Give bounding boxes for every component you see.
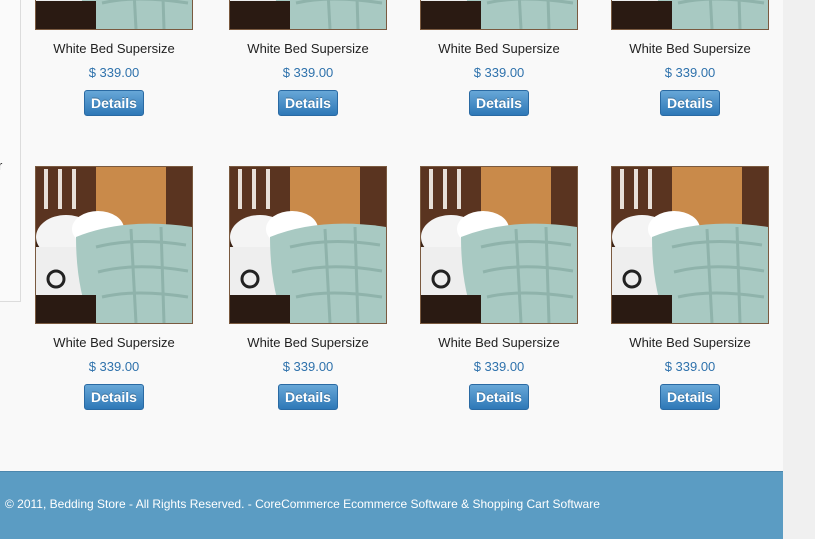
details-button[interactable]: Details [469,90,529,116]
product-card: White Bed Supersize $ 339.00 Details [419,166,579,410]
product-card: White Bed Supersize $ 339.00 Details [419,0,579,116]
details-button[interactable]: Details [660,90,720,116]
product-price: $ 339.00 [88,359,140,374]
site-footer: © 2011, Bedding Store - All Rights Reser… [0,471,783,539]
product-name[interactable]: White Bed Supersize [34,335,194,351]
product-name[interactable]: White Bed Supersize [34,41,194,57]
sidebar-text-fragment: r [0,158,3,173]
product-price: $ 339.00 [664,359,716,374]
details-button[interactable]: Details [660,384,720,410]
product-image[interactable] [420,166,578,324]
details-button[interactable]: Details [84,90,144,116]
product-name[interactable]: White Bed Supersize [610,41,770,57]
product-image[interactable] [420,0,578,30]
product-image[interactable] [611,0,769,30]
product-price: $ 339.00 [664,65,716,80]
product-card: White Bed Supersize $ 339.00 Details [228,0,388,116]
details-button[interactable]: Details [278,90,338,116]
product-image[interactable] [35,0,193,30]
product-image[interactable] [229,0,387,30]
page-scroll-gutter [783,0,815,539]
details-button[interactable]: Details [278,384,338,410]
product-price: $ 339.00 [473,359,525,374]
details-button[interactable]: Details [84,384,144,410]
product-image[interactable] [35,166,193,324]
product-card: White Bed Supersize $ 339.00 Details [34,0,194,116]
product-name[interactable]: White Bed Supersize [610,335,770,351]
product-name[interactable]: White Bed Supersize [419,335,579,351]
product-price: $ 339.00 [473,65,525,80]
product-price: $ 339.00 [282,65,334,80]
product-name[interactable]: White Bed Supersize [228,41,388,57]
product-name[interactable]: White Bed Supersize [419,41,579,57]
product-price: $ 339.00 [88,65,140,80]
product-price: $ 339.00 [282,359,334,374]
product-image[interactable] [611,166,769,324]
sidebar-panel [0,0,21,302]
product-card: White Bed Supersize $ 339.00 Details [34,166,194,410]
footer-copyright: © 2011, Bedding Store - All Rights Reser… [5,497,600,511]
product-card: White Bed Supersize $ 339.00 Details [610,166,770,410]
details-button[interactable]: Details [469,384,529,410]
product-card: White Bed Supersize $ 339.00 Details [228,166,388,410]
product-name[interactable]: White Bed Supersize [228,335,388,351]
product-card: White Bed Supersize $ 339.00 Details [610,0,770,116]
product-image[interactable] [229,166,387,324]
